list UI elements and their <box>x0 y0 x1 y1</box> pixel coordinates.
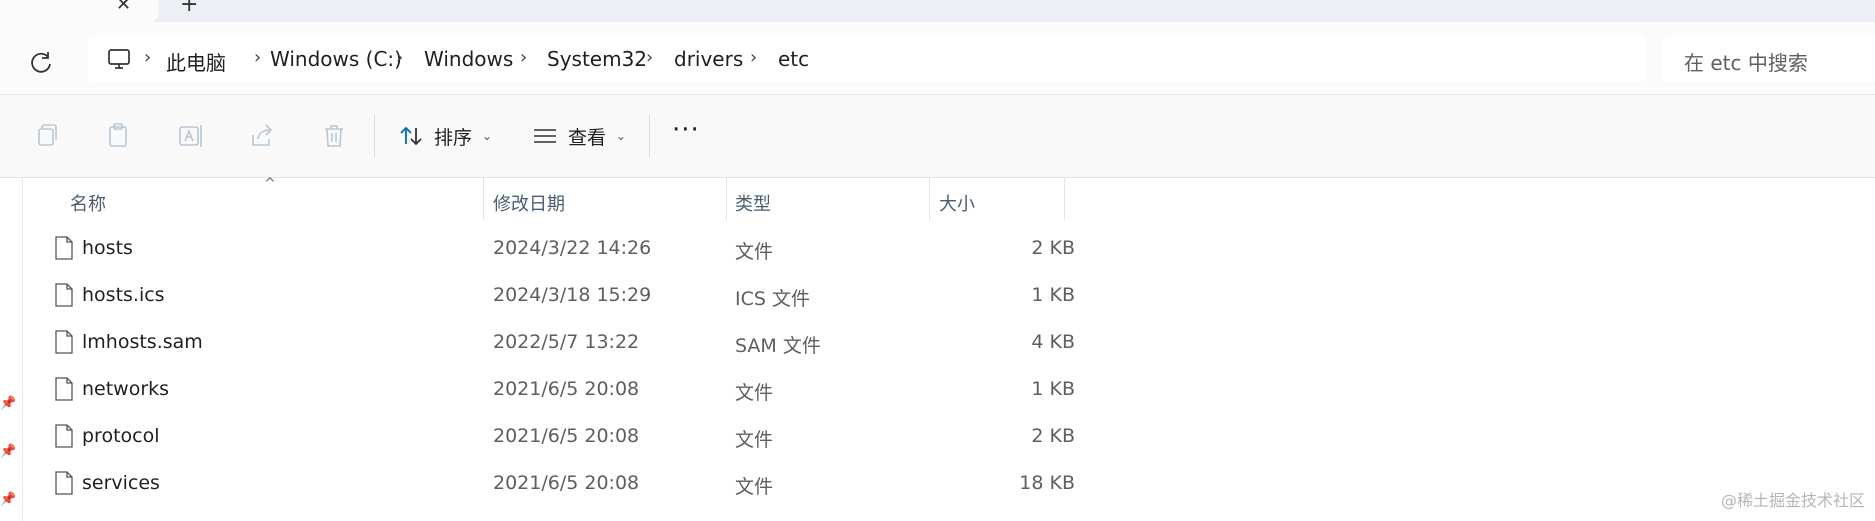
file-type: 文件 <box>735 429 774 451</box>
file-row[interactable]: hosts.ics 2024/3/18 15:29 ICS 文件 1 KB <box>22 272 1075 319</box>
chevron-right-icon[interactable]: › <box>396 47 403 68</box>
breadcrumb-windows[interactable]: Windows <box>424 47 513 71</box>
file-row[interactable]: lmhosts.sam 2022/5/7 13:22 SAM 文件 4 KB <box>22 319 1075 366</box>
column-header-name[interactable]: 名称 <box>70 190 106 216</box>
command-toolbar: 排序 ⌄ 查看 ⌄ ··· <box>0 95 1875 178</box>
file-date: 2021/6/5 20:08 <box>493 425 640 447</box>
file-row[interactable]: services 2021/6/5 20:08 文件 18 KB <box>22 460 1075 507</box>
chevron-right-icon[interactable]: › <box>254 47 261 68</box>
file-size: 1 KB <box>1031 378 1075 400</box>
breadcrumb-etc[interactable]: etc <box>778 47 809 71</box>
file-icon <box>55 330 73 354</box>
share-icon[interactable] <box>247 121 277 151</box>
refresh-icon <box>31 52 51 73</box>
view-button[interactable]: 查看 ⌄ <box>532 119 626 153</box>
search-input[interactable]: 在 etc 中搜索 <box>1662 36 1875 82</box>
chevron-down-icon: ⌄ <box>482 129 493 143</box>
column-header-type[interactable]: 类型 <box>735 190 771 216</box>
breadcrumb-this-pc[interactable]: 此电脑 <box>166 47 226 76</box>
file-icon <box>55 236 73 260</box>
file-date: 2024/3/22 14:26 <box>493 237 652 259</box>
file-row[interactable]: networks 2021/6/5 20:08 文件 1 KB <box>22 366 1075 413</box>
breadcrumb-drivers[interactable]: drivers <box>674 47 743 71</box>
file-size: 2 KB <box>1031 425 1075 447</box>
file-size: 18 KB <box>1019 472 1075 494</box>
tab-strip: ✕ + <box>0 0 1875 22</box>
pin-icon[interactable]: 📌 <box>0 396 16 411</box>
pin-icon[interactable]: 📌 <box>0 492 16 507</box>
copy-icon[interactable] <box>31 121 61 151</box>
file-size: 1 KB <box>1031 284 1075 306</box>
file-type: SAM 文件 <box>735 335 821 357</box>
paste-icon[interactable] <box>103 121 133 151</box>
file-name: protocol <box>82 425 160 447</box>
file-row[interactable]: hosts 2024/3/22 14:26 文件 2 KB <box>22 225 1075 272</box>
chevron-down-icon: ⌄ <box>616 129 627 143</box>
file-name: hosts.ics <box>82 284 165 306</box>
file-type: 文件 <box>735 382 774 404</box>
column-divider[interactable] <box>726 178 727 220</box>
chevron-right-icon[interactable]: › <box>520 47 527 68</box>
toolbar-divider <box>374 115 375 157</box>
column-header-size[interactable]: 大小 <box>939 190 975 216</box>
column-headers: ^ 名称 修改日期 类型 大小 <box>22 176 1067 220</box>
sort-button[interactable]: 排序 ⌄ <box>398 119 492 153</box>
file-name: hosts <box>82 237 133 259</box>
address-bar-row: › 此电脑 › Windows (C:) › Windows › System3… <box>0 22 1875 95</box>
breadcrumb-c-drive[interactable]: Windows (C:) <box>270 47 402 71</box>
sort-ascending-icon: ^ <box>264 176 276 192</box>
file-icon <box>55 471 73 495</box>
file-row[interactable]: protocol 2021/6/5 20:08 文件 2 KB <box>22 413 1075 460</box>
active-tab[interactable]: ✕ <box>0 0 158 22</box>
sort-label: 排序 <box>434 126 473 149</box>
file-type: 文件 <box>735 241 774 263</box>
file-size: 4 KB <box>1031 331 1075 353</box>
column-divider[interactable] <box>1064 178 1065 220</box>
file-date: 2021/6/5 20:08 <box>493 378 640 400</box>
toolbar-divider <box>649 115 650 157</box>
file-icon <box>55 283 73 307</box>
file-name: networks <box>82 378 170 400</box>
chevron-right-icon[interactable]: › <box>750 47 757 68</box>
delete-icon[interactable] <box>319 121 349 151</box>
this-pc-icon[interactable] <box>106 46 132 72</box>
file-type: ICS 文件 <box>735 288 810 310</box>
file-icon <box>55 424 73 448</box>
column-header-date[interactable]: 修改日期 <box>493 190 565 216</box>
pin-icon[interactable]: 📌 <box>0 444 16 459</box>
file-name: services <box>82 472 160 494</box>
file-type: 文件 <box>735 476 774 498</box>
file-date: 2021/6/5 20:08 <box>493 472 640 494</box>
file-icon <box>55 377 73 401</box>
more-options-icon[interactable]: ··· <box>672 115 700 145</box>
search-placeholder: 在 etc 中搜索 <box>1684 51 1808 75</box>
file-size: 2 KB <box>1031 237 1075 259</box>
sort-icon <box>400 126 422 146</box>
address-bar[interactable]: › 此电脑 › Windows (C:) › Windows › System3… <box>88 36 1646 82</box>
chevron-right-icon[interactable]: › <box>144 47 151 68</box>
column-divider[interactable] <box>483 178 484 220</box>
view-label: 查看 <box>568 126 607 149</box>
chevron-right-icon[interactable]: › <box>646 47 653 68</box>
file-date: 2024/3/18 15:29 <box>493 284 652 306</box>
file-date: 2022/5/7 13:22 <box>493 331 640 353</box>
new-tab-icon[interactable]: + <box>180 0 198 17</box>
navigation-pane[interactable]: 📌 📌 📌 <box>0 178 23 521</box>
watermark: @稀土掘金技术社区 <box>1720 491 1865 510</box>
refresh-button[interactable] <box>24 46 58 80</box>
close-tab-icon[interactable]: ✕ <box>116 0 131 15</box>
rename-icon[interactable] <box>175 121 205 151</box>
file-name: lmhosts.sam <box>82 331 203 353</box>
breadcrumb-system32[interactable]: System32 <box>547 47 647 71</box>
column-divider[interactable] <box>929 178 930 220</box>
view-list-icon <box>534 129 556 143</box>
